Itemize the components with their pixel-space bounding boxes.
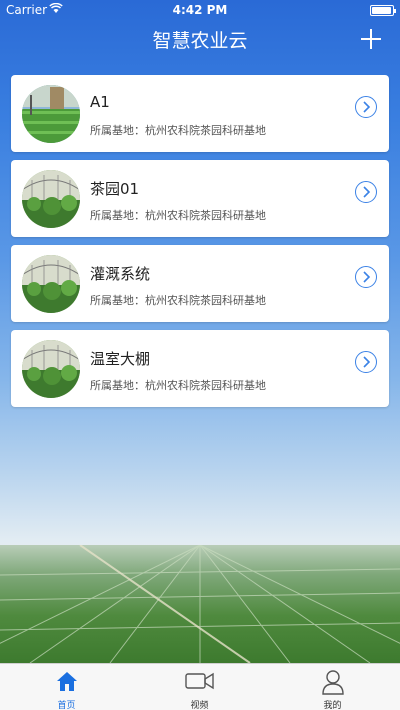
list-item-title: 温室大棚: [90, 350, 151, 368]
thumbnail-image: [22, 85, 80, 143]
list-item-subtitle: 所属基地：杭州农科院茶园科研基地: [90, 124, 266, 137]
list-item-subtitle: 所属基地：杭州农科院茶园科研基地: [90, 379, 266, 392]
list-item[interactable]: A1 所属基地：杭州农科院茶园科研基地: [11, 75, 389, 152]
list-item-title: 灌溉系统: [90, 265, 151, 283]
person-icon: [321, 669, 345, 699]
chevron-right-icon[interactable]: [355, 266, 377, 288]
thumbnail-image: [22, 170, 80, 228]
add-button[interactable]: [360, 28, 382, 50]
tab-mine[interactable]: 我的: [266, 664, 399, 710]
list-item[interactable]: 温室大棚 所属基地：杭州农科院茶园科研基地: [11, 330, 389, 407]
list-item-title: A1: [90, 93, 110, 111]
chevron-right-icon[interactable]: [355, 96, 377, 118]
home-icon: [55, 669, 79, 697]
list-item-title: 茶园01: [90, 180, 140, 198]
page-title: 智慧农业云: [152, 30, 248, 52]
field-landscape-image: [0, 545, 400, 663]
tab-label: 我的: [323, 701, 342, 710]
tab-label: 视频: [190, 701, 209, 710]
battery-icon: [370, 5, 396, 16]
thumbnail-image: [22, 255, 80, 313]
status-bar: Carrier 4:42 PM: [0, 0, 400, 20]
tab-bar: 首页 视频 我的: [0, 663, 400, 710]
list-item-subtitle: 所属基地：杭州农科院茶园科研基地: [90, 209, 266, 222]
base-list: A1 所属基地：杭州农科院茶园科研基地 茶园01 所属基地：杭州农科院茶园科研基…: [11, 75, 389, 415]
chevron-right-icon[interactable]: [355, 181, 377, 203]
tab-label: 首页: [57, 701, 76, 710]
list-item[interactable]: 灌溉系统 所属基地：杭州农科院茶园科研基地: [11, 245, 389, 322]
chevron-right-icon[interactable]: [355, 351, 377, 373]
clock: 4:42 PM: [172, 3, 228, 17]
tab-video[interactable]: 视频: [133, 664, 266, 710]
video-camera-icon: [184, 669, 215, 697]
thumbnail-image: [22, 340, 80, 398]
tab-home[interactable]: 首页: [0, 664, 133, 710]
list-item[interactable]: 茶园01 所属基地：杭州农科院茶园科研基地: [11, 160, 389, 237]
list-item-subtitle: 所属基地：杭州农科院茶园科研基地: [90, 294, 266, 307]
